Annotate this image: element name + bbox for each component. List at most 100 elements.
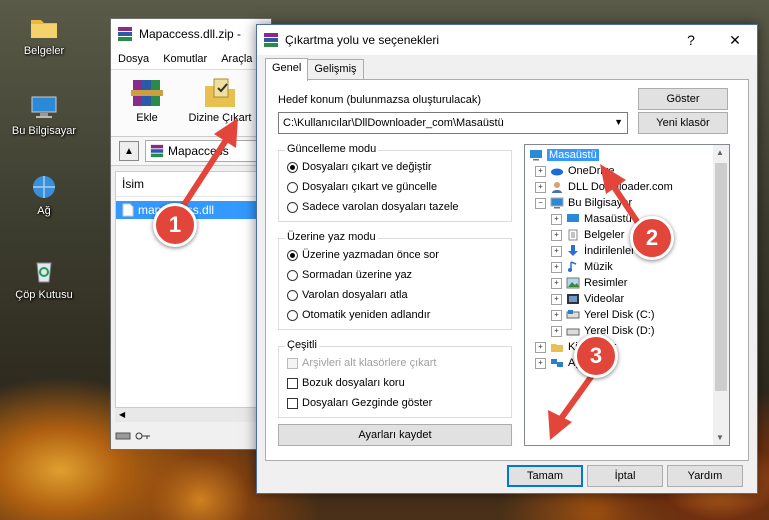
menu-dosya[interactable]: Dosya: [118, 53, 149, 65]
tree-item-muzik[interactable]: + Müzik: [551, 259, 613, 275]
help-title-button[interactable]: ?: [669, 25, 713, 55]
tree-item-label: Yerel Disk (C:): [584, 309, 655, 321]
expand-icon[interactable]: +: [551, 261, 562, 273]
destination-path-combo[interactable]: C:\Kullanıcılar\DllDownloader_com\Masaüs…: [278, 112, 628, 134]
tree-item-videolar[interactable]: + Videolar: [551, 291, 624, 307]
tree-item-label: Bu Bilgisayar: [568, 197, 633, 209]
archive-address-bar: ▲ Mapaccess: [111, 136, 271, 166]
archive-path-box[interactable]: Mapaccess: [145, 140, 271, 162]
disk-icon: [566, 328, 580, 336]
user-icon: [552, 182, 562, 193]
scroll-up-icon[interactable]: ▲: [716, 148, 724, 157]
archive-file-list[interactable]: İsim mapaccess.dll: [115, 171, 267, 409]
expand-icon[interactable]: +: [551, 293, 562, 305]
column-header-name[interactable]: İsim: [116, 172, 266, 197]
archive-horizontal-scrollbar[interactable]: ◀: [115, 407, 265, 422]
check-keep-broken-files[interactable]: Bozuk dosyaları koru: [287, 377, 405, 389]
option-label: Arşivleri alt klasörlere çıkart: [302, 357, 437, 369]
expand-icon[interactable]: +: [551, 245, 562, 257]
scrollbar-thumb[interactable]: [715, 163, 727, 391]
radio-extract-replace[interactable]: Dosyaları çıkart ve değiştir: [287, 161, 432, 173]
radio-indicator: [287, 289, 298, 301]
dialog-titlebar[interactable]: Çıkartma yolu ve seçenekleri ? ✕: [257, 25, 757, 55]
tree-item-disk-c[interactable]: + Yerel Disk (C:): [551, 307, 655, 323]
expand-icon[interactable]: +: [535, 357, 546, 369]
tree-item-masaustu[interactable]: + Masaüstü: [551, 211, 632, 227]
tree-item-onedrive[interactable]: + OneDrive: [535, 163, 614, 179]
radio-skip-existing[interactable]: Varolan dosyaları atla: [287, 289, 408, 301]
update-mode-group: Güncelleme modu Dosyaları çıkart ve deği…: [278, 143, 512, 222]
expand-icon[interactable]: +: [535, 181, 546, 193]
expand-icon[interactable]: +: [535, 165, 546, 177]
winrar-icon: [264, 33, 278, 47]
radio-overwrite-without-prompt[interactable]: Sormadan üzerine yaz: [287, 269, 412, 281]
radio-freshen-existing[interactable]: Sadece varolan dosyaları tazele: [287, 201, 459, 213]
annotation-badge-1: 1: [153, 203, 197, 247]
tree-vertical-scrollbar[interactable]: ▲ ▼: [713, 145, 729, 445]
desktop-icon-bu-bilgisayar[interactable]: Bu Bilgisayar: [4, 92, 84, 137]
archive-window-titlebar[interactable]: Mapaccess.dll.zip -: [111, 19, 271, 49]
menu-araclar[interactable]: Araçla: [221, 53, 252, 65]
desktop-icon-cop-kutusu[interactable]: Çöp Kutusu: [4, 256, 84, 301]
radio-indicator: [287, 201, 298, 213]
expand-icon[interactable]: +: [535, 341, 546, 353]
add-button[interactable]: Ekle: [123, 76, 171, 136]
tree-item-dll-downloader[interactable]: + DLL Downloader.com: [535, 179, 673, 195]
chevron-down-icon[interactable]: ▼: [614, 117, 623, 127]
desktop-icon-label: Ağ: [37, 205, 51, 217]
archive-menubar: Dosya Komutlar Araçla: [111, 49, 271, 70]
save-settings-button[interactable]: Ayarları kaydet: [278, 424, 512, 446]
expand-icon[interactable]: +: [551, 277, 562, 289]
extract-to-button[interactable]: Dizine Çıkart: [185, 76, 255, 136]
tab-gelismis[interactable]: Gelişmiş: [307, 59, 364, 79]
expand-icon[interactable]: +: [551, 325, 562, 337]
up-folder-button[interactable]: ▲: [119, 141, 139, 161]
annotation-badge-2: 2: [630, 216, 674, 260]
radio-extract-update[interactable]: Dosyaları çıkart ve güncelle: [287, 181, 437, 193]
tree-item-resimler[interactable]: + Resimler: [551, 275, 627, 291]
computer-icon: [31, 96, 57, 118]
radio-ask-before-overwrite[interactable]: Üzerine yazmadan önce sor: [287, 249, 439, 261]
archive-path-text: Mapaccess: [168, 144, 229, 158]
scroll-left-icon[interactable]: ◀: [115, 410, 125, 419]
tree-item-bu-bilgisayar[interactable]: − Bu Bilgisayar: [535, 195, 632, 211]
show-button[interactable]: Göster: [638, 88, 728, 110]
ok-button[interactable]: Tamam: [507, 465, 583, 487]
cloud-icon: [551, 168, 563, 176]
radio-indicator: [287, 309, 298, 321]
checkbox-indicator: [287, 357, 298, 369]
extract-options-dialog[interactable]: Çıkartma yolu ve seçenekleri ? ✕ Genel G…: [256, 24, 758, 494]
check-show-in-explorer[interactable]: Dosyaları Gezginde göster: [287, 397, 432, 409]
network-icon: [33, 176, 55, 198]
tab-genel[interactable]: Genel: [265, 58, 309, 81]
archive-status-bar: [115, 429, 151, 443]
expand-icon[interactable]: +: [551, 229, 562, 241]
tree-item-indirilenler[interactable]: + İndirilenler: [551, 243, 635, 259]
tree-item-label: Masaüstü: [584, 213, 632, 225]
menu-komutlar[interactable]: Komutlar: [163, 53, 207, 65]
up-arrow-icon: ▲: [124, 145, 134, 157]
disk-icon: [566, 310, 580, 319]
expand-icon[interactable]: +: [551, 309, 562, 321]
radio-auto-rename[interactable]: Otomatik yeniden adlandır: [287, 309, 430, 321]
option-label: Üzerine yazmadan önce sor: [302, 249, 439, 261]
close-button[interactable]: ✕: [713, 25, 757, 55]
folder-tree[interactable]: Masaüstü + OneDrive + DLL Downloader.com…: [524, 144, 730, 446]
desktop-icon-label: Bu Bilgisayar: [11, 125, 77, 137]
tree-item-masaustu-root[interactable]: Masaüstü: [529, 147, 599, 163]
desktop-background: Belgeler Bu Bilgisayar Ağ Çöp Kutusu Map…: [0, 0, 769, 520]
expand-icon[interactable]: +: [551, 213, 562, 225]
option-label: Varolan dosyaları atla: [302, 289, 408, 301]
tree-item-belgeler[interactable]: + Belgeler: [551, 227, 624, 243]
collapse-icon[interactable]: −: [535, 197, 546, 209]
help-button[interactable]: Yardım: [667, 465, 743, 487]
cancel-button[interactable]: İptal: [587, 465, 663, 487]
desktop-icon-ag[interactable]: Ağ: [4, 172, 84, 217]
scroll-down-icon[interactable]: ▼: [716, 433, 724, 442]
desktop-icon-belgeler[interactable]: Belgeler: [4, 12, 84, 57]
winrar-icon: [118, 27, 132, 41]
new-folder-button[interactable]: Yeni klasör: [638, 112, 728, 134]
destination-path-value: C:\Kullanıcılar\DllDownloader_com\Masaüs…: [283, 117, 504, 129]
general-tab-panel: Hedef konum (bulunmazsa oluşturulacak) C…: [265, 79, 749, 461]
tree-item-label: Masaüstü: [547, 149, 599, 161]
